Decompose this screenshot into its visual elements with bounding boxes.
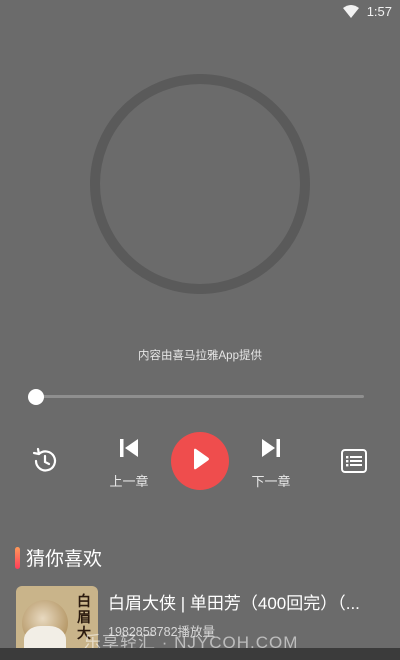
skip-next-icon (260, 438, 282, 462)
status-time: 1:57 (366, 4, 392, 19)
history-icon (30, 446, 60, 480)
skip-previous-icon (118, 438, 140, 462)
playlist-icon (340, 448, 368, 478)
recommend-title: 猜你喜欢 (26, 549, 103, 570)
provider-text: 内容由喜马拉雅App提供 (138, 350, 262, 362)
next-chapter-button[interactable]: 下一章 (246, 438, 296, 490)
previous-chapter-label: 上一章 (109, 474, 149, 489)
wifi-icon (342, 5, 359, 18)
previous-chapter-button[interactable]: 上一章 (104, 438, 154, 490)
play-button[interactable] (171, 432, 229, 490)
system-nav-bar (0, 648, 400, 660)
recommend-header: 猜你喜欢 (15, 544, 102, 571)
progress-thumb[interactable] (28, 388, 44, 405)
history-button[interactable] (30, 446, 60, 480)
album-cover-placeholder (90, 74, 310, 294)
playlist-button[interactable] (340, 448, 368, 478)
recommend-item-title: 白眉大侠 | 单田芳（400回完）（... (108, 594, 360, 613)
status-bar: 1:57 (0, 0, 400, 26)
progress-bar[interactable] (28, 388, 364, 405)
play-icon (189, 447, 211, 475)
recommend-accent-bar (15, 546, 20, 569)
next-chapter-label: 下一章 (251, 474, 291, 489)
status-right: 1:57 (342, 4, 392, 19)
player-screen: 1:57 内容由喜马拉雅App提供 上一章 下一章 猜你喜欢 白眉大 白眉大侠 … (0, 0, 400, 660)
